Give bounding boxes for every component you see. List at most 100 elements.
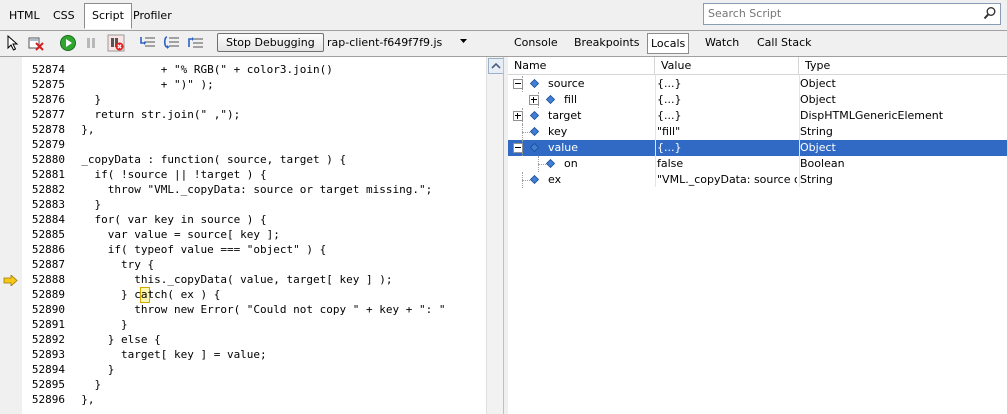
- search-input[interactable]: [704, 4, 978, 22]
- code-line[interactable]: } else {: [68, 333, 161, 346]
- line-number: 52875: [31, 78, 65, 91]
- locals-row[interactable]: source {...} Object: [508, 76, 1007, 92]
- step-into-icon[interactable]: [139, 34, 157, 52]
- collapse-icon[interactable]: [513, 79, 523, 89]
- property-icon: [530, 111, 539, 120]
- chevron-down-icon[interactable]: [460, 39, 467, 43]
- line-number: 52878: [31, 123, 65, 136]
- tab-locals[interactable]: Locals: [647, 33, 690, 54]
- locals-row[interactable]: target {...} DispHTMLGenericElement: [508, 108, 1007, 124]
- column-header-value[interactable]: Value: [655, 57, 799, 74]
- code-line[interactable]: throw new Error( "Could not copy " + key…: [68, 303, 445, 316]
- tab-call-stack[interactable]: Call Stack: [753, 33, 815, 52]
- local-type: Boolean: [800, 157, 845, 170]
- code-line[interactable]: var value = source[ key ];: [68, 228, 280, 241]
- code-line[interactable]: },: [68, 123, 94, 136]
- chevron-up-icon: [491, 62, 501, 69]
- column-separator: [799, 75, 800, 187]
- tab-html[interactable]: HTML: [2, 5, 47, 27]
- expand-icon[interactable]: [513, 111, 523, 121]
- break-on-error-icon[interactable]: [107, 34, 125, 52]
- code-line[interactable]: throw "VML._copyData: source or target m…: [68, 183, 433, 196]
- line-number: 52885: [31, 228, 65, 241]
- current-line-arrow-icon: [3, 275, 18, 286]
- line-number: 52876: [31, 93, 65, 106]
- local-type: Object: [800, 93, 836, 106]
- line-number: 52891: [31, 318, 65, 331]
- line-number: 52896: [31, 393, 65, 406]
- line-number: 52894: [31, 363, 65, 376]
- code-line[interactable]: }: [68, 318, 128, 331]
- code-line[interactable]: return str.join(" ,");: [68, 108, 240, 121]
- clear-icon[interactable]: [27, 34, 45, 52]
- search-box: [703, 3, 1001, 25]
- local-name: ex: [548, 173, 562, 186]
- code-line[interactable]: if( typeof value === "object" ) {: [68, 243, 327, 256]
- scroll-up-button[interactable]: [488, 58, 504, 74]
- tab-console[interactable]: Console: [510, 33, 562, 52]
- line-numbers: 52874 52875 52876 52877 52878 52879 52880 52881…: [22, 57, 68, 414]
- tab-css[interactable]: CSS: [46, 5, 82, 27]
- code-line[interactable]: target[ key ] = value;: [68, 348, 267, 361]
- continue-icon[interactable]: [59, 34, 77, 52]
- locals-row[interactable]: key "fill" String: [508, 124, 1007, 140]
- code-line[interactable]: for( var key in source ) {: [68, 213, 266, 226]
- tab-watch[interactable]: Watch: [701, 33, 743, 52]
- line-number: 52893: [31, 348, 65, 361]
- stop-debugging-button[interactable]: Stop Debugging: [217, 33, 324, 52]
- break-icon[interactable]: [82, 34, 100, 52]
- local-value: {...}: [657, 77, 682, 90]
- code-line[interactable]: this._copyData( value, target[ key ] );: [68, 273, 392, 286]
- code-line[interactable]: }: [68, 363, 115, 376]
- locals-row[interactable]: on false Boolean: [508, 156, 1007, 172]
- line-number: 52888: [31, 273, 65, 286]
- code-line[interactable]: }: [68, 378, 101, 391]
- tab-breakpoints[interactable]: Breakpoints: [570, 33, 644, 52]
- locals-row[interactable]: ex "VML._copyData: source or...String: [508, 172, 1007, 188]
- step-out-icon[interactable]: [187, 34, 205, 52]
- code-line[interactable]: if( !source || !target ) {: [68, 168, 266, 181]
- local-name: target: [548, 109, 582, 122]
- toolbar: Stop Debugging rap-client-f649f7f9.js Co…: [0, 31, 1007, 57]
- code-line[interactable]: try {: [68, 258, 154, 271]
- property-icon: [530, 143, 539, 152]
- line-number: 52880: [31, 153, 65, 166]
- script-file-select[interactable]: rap-client-f649f7f9.js: [327, 36, 442, 49]
- code-line[interactable]: + "% RGB(" + color3.join(): [68, 63, 333, 76]
- code-line[interactable]: + ")" );: [68, 78, 214, 91]
- local-type: String: [800, 173, 833, 186]
- code-view[interactable]: + "% RGB(" + color3.join() + ")" ); } re…: [68, 57, 486, 414]
- locals-row[interactable]: fill {...} Object: [508, 92, 1007, 108]
- line-number: 52892: [31, 333, 65, 346]
- line-number: 52890: [31, 303, 65, 316]
- line-number: 52874: [31, 63, 65, 76]
- breakpoint-gutter[interactable]: [0, 57, 23, 414]
- local-value: {...}: [657, 93, 682, 106]
- local-value: {...}: [657, 141, 682, 154]
- local-value: "VML._copyData: source or...: [657, 173, 797, 186]
- line-number: 52889: [31, 288, 65, 301]
- property-icon: [530, 175, 539, 184]
- code-line[interactable]: }: [68, 93, 101, 106]
- search-icon[interactable]: [983, 6, 997, 20]
- code-line[interactable]: } catch( ex ) {: [68, 288, 220, 301]
- property-icon: [530, 127, 539, 136]
- code-line[interactable]: }: [68, 198, 101, 211]
- code-line[interactable]: },: [68, 393, 94, 406]
- property-icon: [530, 79, 539, 88]
- column-header-name[interactable]: Name: [508, 57, 655, 74]
- tab-script[interactable]: Script: [84, 3, 132, 29]
- code-line[interactable]: _copyData : function( source, target ) {: [68, 153, 346, 166]
- locals-row[interactable]: value {...} Object: [508, 140, 1007, 156]
- code-scrollbar[interactable]: [486, 57, 504, 414]
- local-name: on: [564, 157, 578, 170]
- local-name: value: [548, 141, 579, 154]
- step-over-icon[interactable]: [163, 34, 181, 52]
- local-type: String: [800, 125, 833, 138]
- column-header-type[interactable]: Type: [799, 57, 1006, 74]
- expand-icon[interactable]: [529, 95, 539, 105]
- collapse-icon[interactable]: [513, 143, 523, 153]
- tab-profiler[interactable]: Profiler: [126, 5, 179, 27]
- line-number: 52887: [31, 258, 65, 271]
- select-element-icon[interactable]: [4, 34, 22, 52]
